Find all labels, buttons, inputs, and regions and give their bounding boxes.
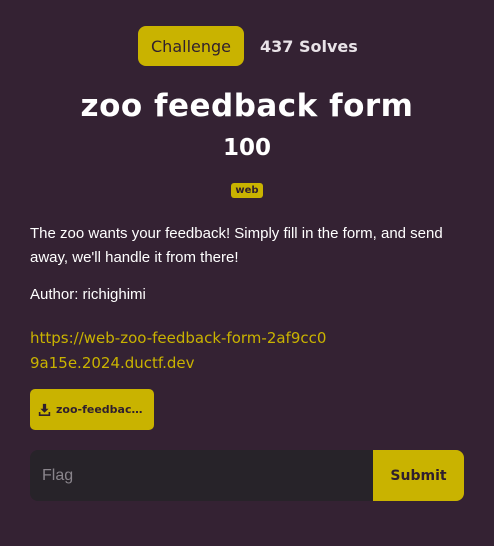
challenge-title: zoo feedback form (80, 88, 414, 124)
category-tag: web (231, 183, 263, 198)
challenge-description: The zoo wants your feedback! Simply fill… (30, 225, 443, 266)
challenge-link[interactable]: https://web-zoo-feedback-form-2af9cc09a1… (30, 326, 330, 376)
tag-list: web (0, 178, 494, 198)
tab-challenge[interactable]: Challenge (138, 26, 244, 66)
tab-solves[interactable]: 437 Solves (260, 37, 358, 56)
download-file-label: zoo-feedback-form.zip (56, 403, 146, 416)
download-icon (38, 403, 51, 416)
download-file-button[interactable]: zoo-feedback-form.zip (30, 389, 154, 430)
challenge-tabs: Challenge 437 Solves (138, 26, 358, 66)
challenge-author: Author: richighimi (30, 286, 146, 303)
flag-input[interactable] (30, 450, 373, 501)
challenge-modal: Challenge 437 Solves zoo feedback form 1… (0, 0, 494, 546)
challenge-points: 100 (222, 135, 271, 161)
submit-button[interactable]: Submit (373, 450, 464, 501)
flag-form: Submit (30, 450, 464, 501)
